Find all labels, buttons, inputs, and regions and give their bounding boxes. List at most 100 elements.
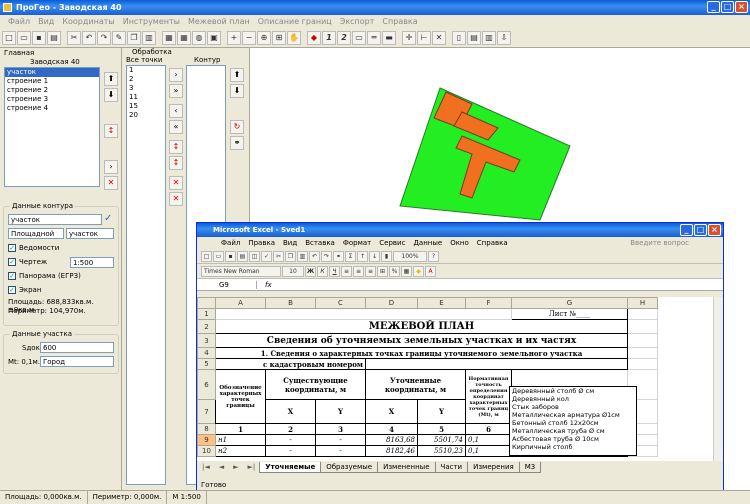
dropdown-option[interactable]: Бетонный столб 12х20см <box>510 419 636 427</box>
snap-icon[interactable]: ⊢ <box>417 30 431 45</box>
zoom-in-icon[interactable]: + <box>227 30 241 45</box>
existing-x-cell[interactable]: - <box>265 434 316 446</box>
point-cell[interactable]: н2 <box>215 445 266 457</box>
font-color-icon[interactable]: A <box>425 265 436 277</box>
dropdown-option[interactable]: Металлическая труба Ø см <box>510 427 636 435</box>
excel-maximize-button[interactable]: □ <box>694 224 707 236</box>
link-icon[interactable]: ⚭ <box>230 136 244 150</box>
pan-hand-icon[interactable]: ✋ <box>287 30 301 45</box>
sort-reverse-icon[interactable]: ↕ <box>169 156 183 170</box>
move-up-icon[interactable]: ⬆ <box>104 72 118 86</box>
contour-name-input[interactable]: участок <box>8 214 102 225</box>
measure-icon[interactable]: ▭ <box>352 30 366 45</box>
menu-survey-plan[interactable]: Межевой план <box>184 15 254 28</box>
open-icon[interactable]: ▭ <box>213 250 224 262</box>
close-button[interactable]: × <box>735 1 748 13</box>
menu-view[interactable]: Вид <box>34 15 58 28</box>
excel-menu-tools[interactable]: Сервис <box>375 237 409 249</box>
help-search-input[interactable]: Введите вопрос <box>626 237 693 249</box>
menu-file[interactable]: Файл <box>4 15 34 28</box>
delete-icon[interactable]: ✕ <box>104 176 118 190</box>
sort-icon[interactable]: ↕ <box>104 124 118 138</box>
redo-icon[interactable]: ↷ <box>321 250 332 262</box>
hyperlink-icon[interactable]: ⚭ <box>333 250 344 262</box>
row-header[interactable]: 10 <box>197 445 216 457</box>
sum-icon[interactable]: Σ <box>345 250 356 262</box>
move-down-icon[interactable]: ⬇ <box>104 88 118 102</box>
accuracy-cell[interactable]: 0,1 <box>465 434 512 446</box>
existing-y-cell[interactable]: - <box>315 434 366 446</box>
mode-2-icon[interactable]: 2 <box>337 30 351 45</box>
scale-select[interactable]: 1:500 <box>70 257 114 268</box>
tab-nav-next-icon[interactable]: ► <box>228 462 244 472</box>
row-header[interactable]: 2 <box>197 319 216 334</box>
check-screen[interactable]: ✓ Экран <box>8 286 41 294</box>
paste-icon[interactable]: ▥ <box>297 250 308 262</box>
table-icon[interactable]: ▤ <box>467 30 481 45</box>
row-header[interactable]: 3 <box>197 333 216 348</box>
save-icon[interactable]: ▪ <box>225 250 236 262</box>
col-header[interactable]: C <box>315 297 366 309</box>
tab-changed[interactable]: Измененные <box>377 461 436 473</box>
sort-asc-icon[interactable]: ↑ <box>357 250 368 262</box>
list-item[interactable]: участок <box>5 68 99 77</box>
list-item[interactable]: 3 <box>127 84 165 93</box>
layers-icon[interactable]: ▦ <box>162 30 176 45</box>
excel-menu-edit[interactable]: Правка <box>244 237 279 249</box>
marker-dropdown[interactable]: Деревянный столб Ø см Деревянный кол Сты… <box>509 386 637 456</box>
borders-icon[interactable]: ▦ <box>401 265 412 277</box>
globe-icon[interactable]: ◍ <box>192 30 206 45</box>
checkbox-icon[interactable]: ✓ <box>8 244 16 252</box>
spell-icon[interactable]: ✓ <box>261 250 272 262</box>
excel-menu-data[interactable]: Данные <box>409 237 446 249</box>
tab-nav-first-icon[interactable]: |◄ <box>197 462 215 472</box>
check-panorama[interactable]: ✓ Панорама (ЕГРЗ) <box>8 272 81 280</box>
clear-points-icon[interactable]: ✕ <box>169 192 183 206</box>
bold-icon[interactable]: Ж <box>305 265 316 277</box>
contour-down-icon[interactable]: ⬇ <box>230 84 244 98</box>
spreadsheet-grid[interactable]: A B C D E F G H 1 Лист №____ 2 МЕЖЕВОЙ П… <box>197 297 715 461</box>
check-drawing[interactable]: ✓ Чертеж <box>8 258 47 266</box>
excel-menu-view[interactable]: Вид <box>279 237 301 249</box>
area-icon[interactable]: ▬ <box>382 30 396 45</box>
category-select[interactable]: Город <box>40 356 114 367</box>
add-all-icon[interactable]: » <box>169 84 183 98</box>
excel-minimize-button[interactable]: _ <box>680 224 693 236</box>
italic-icon[interactable]: К <box>317 265 328 277</box>
list-item[interactable]: строение 1 <box>5 77 99 86</box>
undo-icon[interactable]: ↶ <box>309 250 320 262</box>
report-icon[interactable]: ▥ <box>482 30 496 45</box>
merge-icon[interactable]: ⊞ <box>377 265 388 277</box>
zoom-fit-icon[interactable]: ⊕ <box>257 30 271 45</box>
row-header[interactable]: 5 <box>197 358 216 370</box>
redo-icon[interactable]: ↷ <box>97 30 111 45</box>
remove-all-icon[interactable]: « <box>169 120 183 134</box>
currency-icon[interactable]: % <box>389 265 400 277</box>
row-header[interactable]: 6 <box>197 369 216 400</box>
align-left-icon[interactable]: ≡ <box>341 265 352 277</box>
tab-formed[interactable]: Образуемые <box>320 461 379 473</box>
existing-y-cell[interactable]: - <box>315 445 366 457</box>
map-icon[interactable]: ▣ <box>207 30 221 45</box>
excel-close-button[interactable]: × <box>708 224 721 236</box>
name-box[interactable]: G9 <box>197 280 257 289</box>
tab-parts[interactable]: Части <box>434 461 469 473</box>
area-mode-select[interactable]: Площадной <box>8 228 64 239</box>
apply-check-icon[interactable]: ✓ <box>104 213 112 224</box>
remove-point-icon[interactable]: ‹ <box>169 104 183 118</box>
col-header[interactable]: D <box>365 297 418 309</box>
list-item[interactable]: строение 4 <box>5 104 99 113</box>
refined-y-cell[interactable]: 5510,23 <box>417 445 466 457</box>
expand-icon[interactable]: › <box>104 160 118 174</box>
book-icon[interactable]: ▯ <box>452 30 466 45</box>
ruler-icon[interactable]: ═ <box>367 30 381 45</box>
list-item[interactable]: 20 <box>127 111 165 120</box>
point-marker-icon[interactable]: ◆ <box>307 30 321 45</box>
print-icon[interactable]: ▤ <box>237 250 248 262</box>
refined-x-cell[interactable]: 8182,46 <box>365 445 418 457</box>
list-item[interactable]: 2 <box>127 75 165 84</box>
corner-cell[interactable] <box>197 297 216 309</box>
minimize-button[interactable]: _ <box>707 1 720 13</box>
refined-x-cell[interactable]: 8163,68 <box>365 434 418 446</box>
copy-icon[interactable]: ❐ <box>127 30 141 45</box>
